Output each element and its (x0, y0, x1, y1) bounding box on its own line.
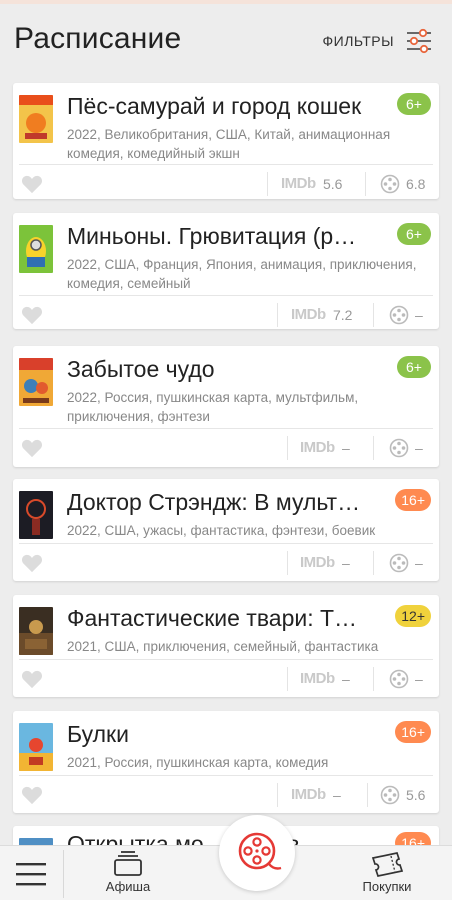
ticket-icon (371, 852, 404, 877)
imdb-rating: – (342, 671, 350, 687)
imdb-rating: – (342, 440, 350, 456)
movie-poster (19, 491, 53, 539)
kinopoisk-reel-icon (380, 174, 400, 194)
imdb-logo: IMDb (300, 670, 335, 687)
kinopoisk-rating: 6.8 (406, 176, 426, 192)
cards-stack-icon (114, 851, 142, 876)
movie-card[interactable]: Булки 16+ 2021, Россия, пушкинская карта… (13, 711, 439, 813)
footer-separator (367, 783, 368, 807)
imdb-rating: 5.6 (323, 176, 343, 192)
imdb-logo: IMDb (291, 786, 326, 803)
movie-title[interactable]: Доктор Стрэндж: В мульт… (67, 488, 385, 516)
kinopoisk-reel-icon (389, 438, 409, 458)
kinopoisk-reel-icon (380, 785, 400, 805)
movie-meta: 2022, Россия, пушкинская карта, мультфил… (67, 390, 359, 424)
movie-card[interactable]: Пёс-самурай и город кошек 6+ 2022, Велик… (13, 83, 439, 199)
movie-card[interactable]: Фантастические твари: Т… 12+ 2021, США, … (13, 595, 439, 697)
page-title: Расписание (14, 22, 182, 55)
hamburger-menu-icon[interactable] (14, 860, 48, 888)
footer-separator (373, 551, 374, 575)
age-rating-badge: 12+ (395, 605, 431, 627)
page-header: Расписание ФИЛЬТРЫ (0, 4, 452, 74)
movie-meta: 2022, США, ужасы, фантастика, фэнтези, б… (67, 523, 376, 538)
nav-afisha-label: Афиша (105, 879, 151, 894)
heart-icon[interactable] (21, 669, 43, 689)
kinopoisk-rating: – (415, 307, 423, 323)
film-reel-icon (238, 832, 282, 870)
movie-title[interactable]: Миньоны. Грювитация (р… (67, 222, 385, 250)
age-rating-badge: 6+ (397, 356, 431, 378)
movie-meta: 2021, США, приключения, семейный, фантас… (67, 639, 379, 654)
filters-button-label[interactable]: ФИЛЬТРЫ (323, 33, 394, 49)
imdb-logo: IMDb (281, 175, 316, 192)
footer-separator (287, 551, 288, 575)
movie-meta: 2022, США, Франция, Япония, анимация, пр… (67, 257, 417, 291)
movie-meta: 2022, Великобритания, США, Китай, анимац… (67, 127, 391, 161)
age-rating-badge: 16+ (395, 489, 431, 511)
imdb-rating: – (333, 787, 341, 803)
movie-card[interactable]: Доктор Стрэндж: В мульт… 16+ 2022, США, … (13, 479, 439, 581)
movie-meta: 2021, Россия, пушкинская карта, комедия (67, 755, 329, 770)
footer-separator (267, 172, 268, 196)
movie-card[interactable]: Миньоны. Грювитация (р… 6+ 2022, США, Фр… (13, 213, 439, 329)
nav-purchases[interactable]: Покупки (354, 850, 420, 894)
kinopoisk-reel-icon (389, 553, 409, 573)
heart-icon[interactable] (21, 553, 43, 573)
movie-title[interactable]: Фантастические твари: Т… (67, 604, 385, 632)
heart-icon[interactable] (21, 174, 43, 194)
card-footer: IMDb – – (13, 429, 439, 467)
movie-poster (19, 95, 53, 143)
footer-separator (277, 783, 278, 807)
imdb-logo: IMDb (291, 306, 326, 323)
nav-afisha[interactable]: Афиша (96, 850, 160, 894)
footer-separator (373, 303, 374, 327)
age-rating-badge: 16+ (395, 721, 431, 743)
movie-poster (19, 607, 53, 655)
imdb-logo: IMDb (300, 554, 335, 571)
center-cinema-button[interactable] (219, 815, 295, 891)
nav-separator (63, 850, 64, 898)
footer-separator (365, 172, 366, 196)
kinopoisk-reel-icon (389, 305, 409, 325)
kinopoisk-rating: – (415, 440, 423, 456)
heart-icon[interactable] (21, 305, 43, 325)
heart-icon[interactable] (21, 785, 43, 805)
imdb-rating: 7.2 (333, 307, 353, 323)
footer-separator (287, 436, 288, 460)
movie-poster (19, 723, 53, 771)
kinopoisk-rating: 5.6 (406, 787, 426, 803)
card-footer: IMDb 7.2 – (13, 296, 439, 329)
kinopoisk-rating: – (415, 671, 423, 687)
sliders-icon[interactable] (404, 26, 434, 56)
card-footer: IMDb – 5.6 (13, 776, 439, 813)
footer-separator (277, 303, 278, 327)
card-footer: IMDb – – (13, 660, 439, 697)
movie-title[interactable]: Забытое чудо (67, 355, 385, 383)
movie-poster (19, 225, 53, 273)
kinopoisk-reel-icon (389, 669, 409, 689)
movie-title[interactable]: Пёс-самурай и город кошек (67, 92, 385, 120)
footer-separator (373, 667, 374, 691)
imdb-rating: – (342, 555, 350, 571)
movie-title[interactable]: Булки (67, 720, 385, 748)
kinopoisk-rating: – (415, 555, 423, 571)
card-footer: IMDb 5.6 6.8 (13, 165, 439, 199)
card-footer: IMDb – – (13, 544, 439, 581)
age-rating-badge: 6+ (397, 93, 431, 115)
footer-separator (373, 436, 374, 460)
imdb-logo: IMDb (300, 439, 335, 456)
movie-poster (19, 358, 53, 406)
nav-purchases-label: Покупки (362, 879, 412, 894)
age-rating-badge: 6+ (397, 223, 431, 245)
movie-card[interactable]: Забытое чудо 6+ 2022, Россия, пушкинская… (13, 346, 439, 467)
footer-separator (287, 667, 288, 691)
heart-icon[interactable] (21, 438, 43, 458)
